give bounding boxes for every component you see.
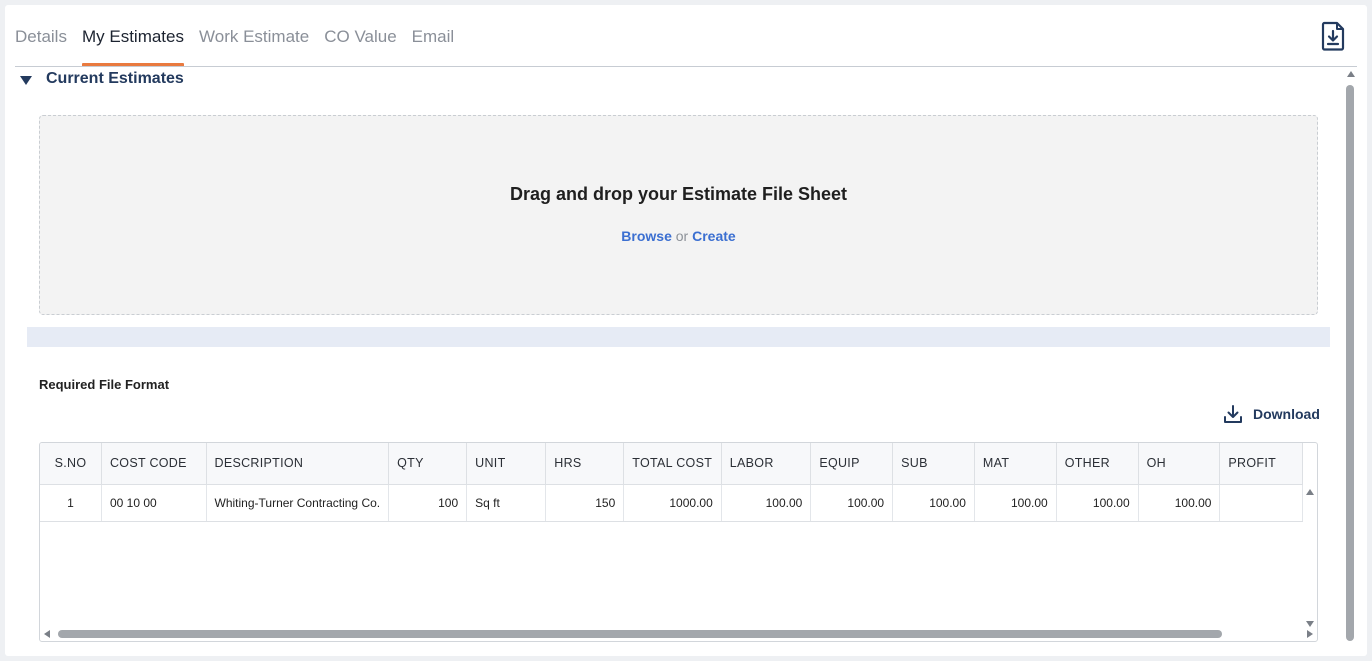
browse-link[interactable]: Browse xyxy=(621,228,672,244)
horizontal-scrollbar-thumb[interactable] xyxy=(58,630,1222,638)
page-scrollbar[interactable] xyxy=(1344,69,1358,647)
table-cell: 100 xyxy=(388,484,468,522)
scroll-right-arrow-icon[interactable] xyxy=(1307,630,1313,638)
column-header[interactable]: QTY xyxy=(388,443,468,485)
tab-details[interactable]: Details xyxy=(15,23,67,67)
or-text: or xyxy=(675,228,689,244)
column-header[interactable]: HRS xyxy=(545,443,625,485)
required-format-title: Required File Format xyxy=(39,377,170,392)
column-header[interactable]: S.NO xyxy=(40,443,102,485)
column-header[interactable]: SUB xyxy=(892,443,975,485)
scroll-up-arrow-icon[interactable] xyxy=(1347,71,1355,77)
download-icon xyxy=(1224,405,1242,423)
tab-co-value[interactable]: CO Value xyxy=(324,23,396,67)
create-link[interactable]: Create xyxy=(692,228,736,244)
format-table: S.NO COST CODE DESCRIPTION QTY UNIT HRS … xyxy=(40,443,1303,522)
column-header[interactable]: EQUIP xyxy=(810,443,894,485)
file-download-icon xyxy=(1321,21,1345,51)
download-template-button[interactable]: Download xyxy=(1223,404,1320,424)
export-file-button[interactable] xyxy=(1319,21,1347,51)
tab-email[interactable]: Email xyxy=(412,23,455,67)
table-cell: 100.00 xyxy=(1138,484,1221,522)
dropzone-actions: Browse or Create xyxy=(40,228,1317,244)
table-cell: 100.00 xyxy=(974,484,1057,522)
tab-divider xyxy=(15,66,1357,67)
caret-down-icon xyxy=(20,75,32,85)
scroll-down-arrow-icon[interactable] xyxy=(1306,621,1314,627)
table-cell: 1 xyxy=(40,484,102,522)
column-header[interactable]: OTHER xyxy=(1056,443,1139,485)
table-cell: 100.00 xyxy=(810,484,894,522)
table-cell: Whiting-Turner Contracting Co. xyxy=(206,484,390,522)
column-header[interactable]: DESCRIPTION xyxy=(206,443,390,485)
column-header[interactable]: LABOR xyxy=(721,443,812,485)
table-cell: Sq ft xyxy=(466,484,547,522)
table-cell: 100.00 xyxy=(721,484,812,522)
current-estimates-toggle[interactable]: Current Estimates xyxy=(20,69,184,89)
scroll-up-arrow-icon[interactable] xyxy=(1306,489,1314,495)
column-header[interactable]: MAT xyxy=(974,443,1057,485)
column-header[interactable]: UNIT xyxy=(466,443,547,485)
table-cell: 150 xyxy=(545,484,625,522)
estimates-card: Details My Estimates Work Estimate CO Va… xyxy=(5,5,1367,656)
section-title: Current Estimates xyxy=(46,70,184,87)
dropzone-title: Drag and drop your Estimate File Sheet xyxy=(509,184,848,204)
tab-my-estimates[interactable]: My Estimates xyxy=(81,23,185,67)
file-format-grid: S.NO COST CODE DESCRIPTION QTY UNIT HRS … xyxy=(39,442,1318,642)
grid-vertical-scrollbar[interactable] xyxy=(1303,484,1317,629)
tab-bar: Details My Estimates Work Estimate CO Va… xyxy=(15,23,469,67)
table-cell: 100.00 xyxy=(892,484,975,522)
section-separator xyxy=(27,327,1330,347)
file-dropzone[interactable]: Drag and drop your Estimate File Sheet B… xyxy=(39,115,1318,315)
download-label: Download xyxy=(1253,406,1320,422)
grid-viewport: S.NO COST CODE DESCRIPTION QTY UNIT HRS … xyxy=(40,443,1303,629)
grid-horizontal-scrollbar[interactable] xyxy=(40,627,1313,641)
table-cell: 00 10 00 xyxy=(101,484,207,522)
table-cell xyxy=(1219,484,1303,522)
scrollbar-thumb[interactable] xyxy=(1346,85,1354,641)
scroll-left-arrow-icon[interactable] xyxy=(44,630,50,638)
table-header-row: S.NO COST CODE DESCRIPTION QTY UNIT HRS … xyxy=(40,443,1303,485)
column-header[interactable]: TOTAL COST xyxy=(623,443,722,485)
tab-work-estimate[interactable]: Work Estimate xyxy=(199,23,309,67)
table-cell: 100.00 xyxy=(1056,484,1139,522)
column-header[interactable]: OH xyxy=(1138,443,1221,485)
column-header[interactable]: COST CODE xyxy=(101,443,207,485)
table-row[interactable]: 1 00 10 00 Whiting-Turner Contracting Co… xyxy=(40,484,1303,522)
table-cell: 1000.00 xyxy=(623,484,722,522)
estimates-panel: Drag and drop your Estimate File Sheet B… xyxy=(27,102,1330,650)
column-header[interactable]: PROFIT xyxy=(1219,443,1303,485)
